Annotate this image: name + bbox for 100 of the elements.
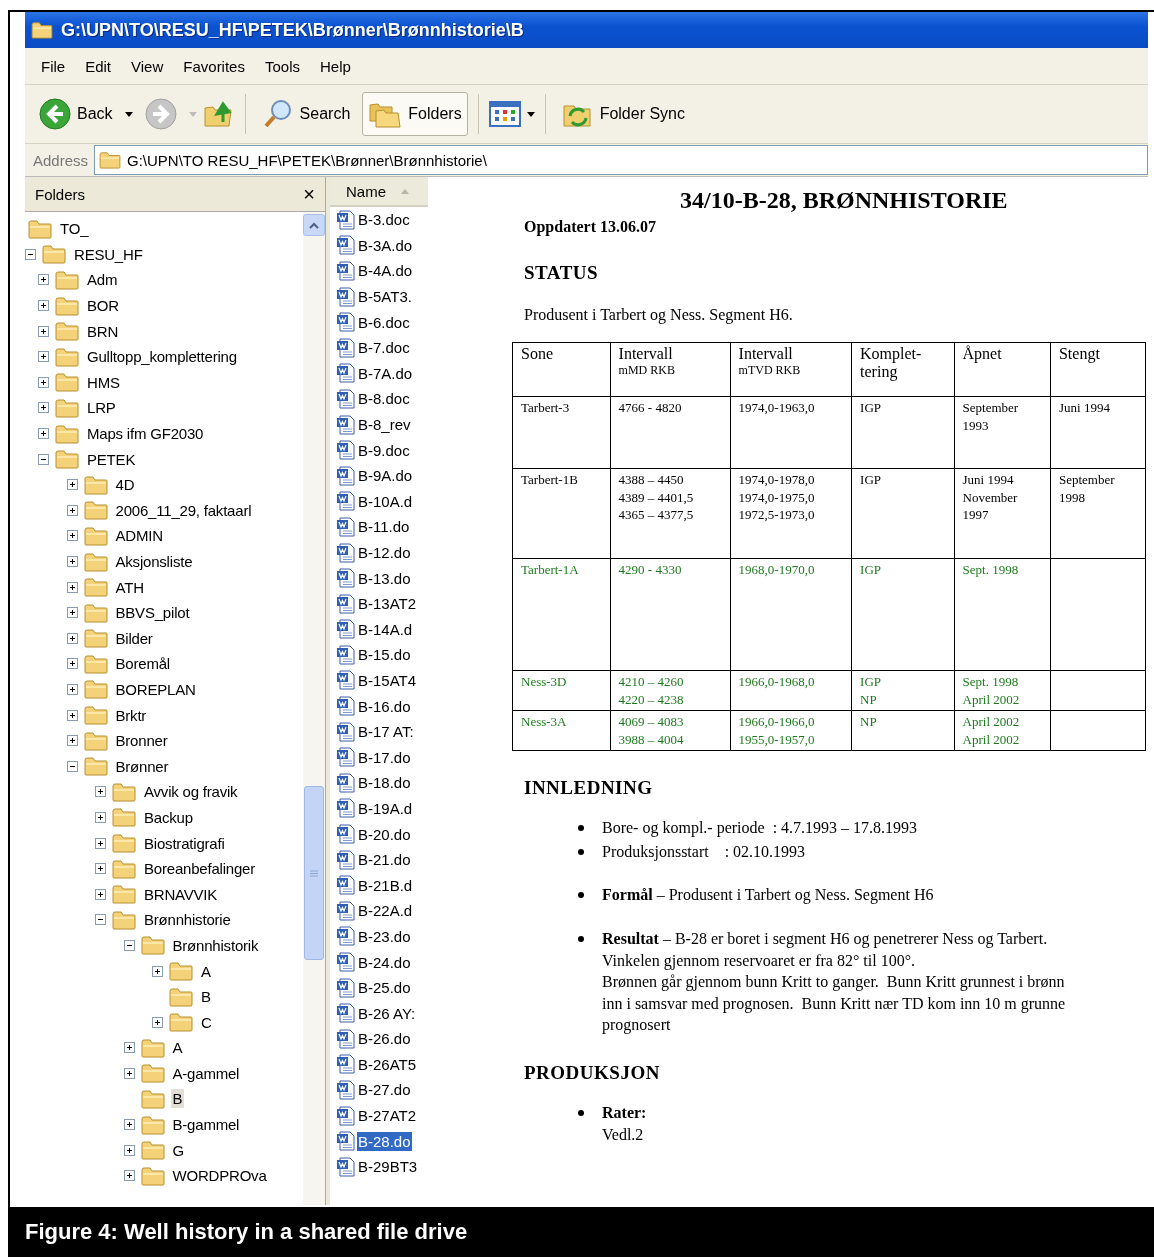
list-item[interactable]: B-15AT4 xyxy=(357,671,418,690)
menu-item[interactable]: Edit xyxy=(77,53,120,79)
list-item[interactable]: B-3A.do xyxy=(357,235,414,255)
list-item[interactable]: B-13.do xyxy=(357,568,412,588)
tree-item[interactable]: ATH xyxy=(113,577,146,597)
tree-item[interactable]: 2006_11_29, faktaarl xyxy=(113,500,254,520)
tree-item[interactable]: BRNAVVIK xyxy=(142,884,220,904)
list-item[interactable]: B-26 AY: xyxy=(357,1003,417,1023)
expand-icon[interactable] xyxy=(66,735,78,747)
tree-item[interactable]: B-gammel xyxy=(170,1115,242,1135)
list-item[interactable]: B-9A.do xyxy=(357,466,414,486)
tree-item[interactable]: BOR xyxy=(85,296,121,316)
list-item[interactable]: B-22A.d xyxy=(357,901,414,921)
folder-sync-button[interactable]: Folder Sync xyxy=(555,91,691,137)
expand-icon[interactable] xyxy=(38,402,49,414)
caret-icon[interactable] xyxy=(124,111,133,117)
list-item[interactable]: B-28.do xyxy=(357,1131,412,1151)
collapse-icon[interactable] xyxy=(38,453,49,465)
menu-item[interactable]: Tools xyxy=(256,53,308,79)
expand-icon[interactable] xyxy=(123,1042,135,1054)
expand-icon[interactable] xyxy=(38,325,49,337)
list-item[interactable]: B-10A.d xyxy=(357,491,414,511)
expand-icon[interactable] xyxy=(66,530,78,542)
list-item[interactable]: B-7A.do xyxy=(357,363,414,383)
list-item[interactable]: B-5AT3. xyxy=(357,287,413,307)
menu-item[interactable]: Favorites xyxy=(175,53,253,79)
expand-icon[interactable] xyxy=(66,479,78,491)
tree-item[interactable]: Boremål xyxy=(113,654,172,674)
expand-icon[interactable] xyxy=(38,300,49,312)
expand-icon[interactable] xyxy=(66,581,78,593)
menu-item[interactable]: File xyxy=(33,53,74,79)
tree-item[interactable]: Backup xyxy=(142,807,195,827)
expand-icon[interactable] xyxy=(123,1067,135,1079)
tree-item[interactable]: Brønner xyxy=(113,756,171,776)
tree-item[interactable]: C xyxy=(199,1012,214,1032)
tree-item[interactable]: Brønnhistorik xyxy=(170,935,261,955)
tree-item[interactable]: A xyxy=(170,1038,185,1058)
list-item[interactable]: B-3.doc xyxy=(357,210,411,230)
tree-item[interactable]: Brønnhistorie xyxy=(142,910,233,930)
expand-icon[interactable] xyxy=(123,1170,135,1182)
scrollbar[interactable] xyxy=(303,212,325,1205)
expand-icon[interactable] xyxy=(152,1016,163,1028)
scroll-up-icon[interactable] xyxy=(309,221,319,229)
list-item[interactable]: B-26.do xyxy=(357,1029,412,1049)
tree-item[interactable]: Aksjonsliste xyxy=(113,552,195,571)
tree-item[interactable]: BRN xyxy=(85,321,121,341)
list-item[interactable]: B-18.do xyxy=(357,773,412,793)
caret-icon[interactable] xyxy=(526,111,535,117)
tree-item[interactable]: G xyxy=(170,1140,186,1160)
list-item[interactable]: B-27AT2 xyxy=(357,1106,418,1126)
expand-icon[interactable] xyxy=(66,504,78,516)
list-item[interactable]: B-11.do xyxy=(357,517,411,537)
list-item[interactable]: B-21B.d xyxy=(357,875,414,895)
expand-icon[interactable] xyxy=(95,837,106,849)
menu-item[interactable]: Help xyxy=(312,53,359,79)
expand-icon[interactable] xyxy=(66,632,78,644)
collapse-icon[interactable] xyxy=(66,760,78,772)
tree-item[interactable]: RESU_HF xyxy=(72,244,145,264)
expand-icon[interactable] xyxy=(95,863,106,875)
tree-item[interactable]: Gulltopp_komplettering xyxy=(85,347,239,367)
tree-item[interactable]: Maps ifm GF2030 xyxy=(85,424,206,444)
expand-icon[interactable] xyxy=(38,376,49,388)
list-item[interactable]: B-8_rev xyxy=(357,415,412,435)
collapse-icon[interactable] xyxy=(123,939,135,951)
tree-item[interactable]: BOREPLAN xyxy=(113,680,198,699)
expand-icon[interactable] xyxy=(66,607,78,619)
list-item[interactable]: B-29BT3 xyxy=(357,1157,419,1177)
expand-icon[interactable] xyxy=(66,556,78,567)
tree-item[interactable]: Bronner xyxy=(113,731,170,751)
list-item[interactable]: B-21.do xyxy=(357,850,412,870)
expand-icon[interactable] xyxy=(38,351,49,363)
expand-icon[interactable] xyxy=(66,684,78,695)
list-item[interactable]: B-13AT2 xyxy=(357,594,418,614)
list-item[interactable]: B-14A.d xyxy=(357,619,414,639)
list-item[interactable]: B-24.do xyxy=(357,952,412,972)
tree-item[interactable]: A-gammel xyxy=(170,1063,242,1083)
list-item[interactable]: B-7.doc xyxy=(357,338,411,358)
expand-icon[interactable] xyxy=(123,1119,135,1131)
expand-icon[interactable] xyxy=(38,428,49,440)
tree-item[interactable]: A xyxy=(199,961,213,981)
expand-icon[interactable] xyxy=(152,965,163,977)
tree-item[interactable]: PETEK xyxy=(85,449,138,469)
list-item[interactable]: B-8.doc xyxy=(357,389,411,409)
tree-item[interactable]: WORDPROva xyxy=(170,1166,269,1186)
expand-icon[interactable] xyxy=(66,709,78,721)
search-button[interactable]: Search xyxy=(255,91,357,137)
tree-item[interactable]: Brktr xyxy=(113,705,149,725)
list-item[interactable]: B-20.do xyxy=(357,824,412,844)
list-item[interactable]: B-4A.do xyxy=(357,261,414,281)
tree-item[interactable]: Bilder xyxy=(113,628,155,648)
tree-item[interactable]: B xyxy=(199,987,213,1007)
tree-item[interactable]: HMS xyxy=(85,372,122,392)
tree-item[interactable]: Adm xyxy=(85,270,120,290)
list-item[interactable]: B-19A.d xyxy=(357,798,414,818)
expand-icon[interactable] xyxy=(95,811,106,823)
tree-item[interactable]: B xyxy=(170,1089,185,1109)
list-item[interactable]: B-27.do xyxy=(357,1080,412,1100)
list-item[interactable]: B-6.doc xyxy=(357,312,411,332)
tree-item[interactable]: Avvik og fravik xyxy=(142,782,240,802)
list-item[interactable]: B-15.do xyxy=(357,645,412,665)
